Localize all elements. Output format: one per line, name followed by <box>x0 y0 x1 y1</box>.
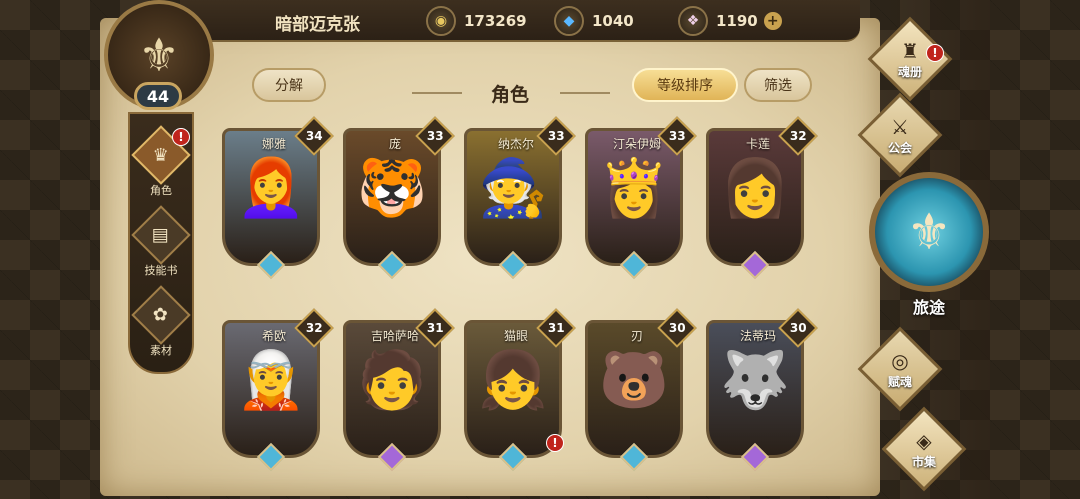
character-level: 31 <box>547 320 565 335</box>
character-card[interactable]: 卡莲 👩 32 <box>706 116 818 280</box>
character-portrait-icon: 👩 <box>720 156 790 221</box>
coin-resource: ◉ 173269 <box>426 6 527 36</box>
role-alert-badge: ! <box>172 128 190 146</box>
right-nav-spirit[interactable]: ◎ 赋魂 <box>857 326 943 412</box>
character-card-frame: 法蒂玛 🐺 <box>706 320 804 458</box>
character-card-frame: 汀朵伊姆 👸 <box>585 128 683 266</box>
character-level: 34 <box>305 128 323 143</box>
character-portrait-icon: 🐻 <box>599 348 669 413</box>
character-card[interactable]: 法蒂玛 🐺 30 <box>706 308 818 472</box>
crystal-value: 1040 <box>592 12 634 30</box>
right-nav-soulbook-label: 魂册 <box>897 64 922 79</box>
book-icon: ▤ <box>131 205 191 265</box>
character-portrait-icon: 👩‍🦰 <box>236 156 306 221</box>
character-card-frame: 卡莲 👩 <box>706 128 804 266</box>
character-card-frame: 庞 🐯 <box>343 128 441 266</box>
gem-resource[interactable]: ❖ 1190 + <box>678 6 782 36</box>
character-card[interactable]: 庞 🐯 33 <box>343 116 455 280</box>
player-level-badge: 44 <box>134 82 182 110</box>
add-gem-button[interactable]: + <box>763 12 782 30</box>
title-decoration-right <box>560 92 610 94</box>
character-level: 33 <box>426 128 444 143</box>
crystal-resource: ◆ 1040 <box>554 6 634 36</box>
character-level: 31 <box>426 320 444 335</box>
market-icon: ◈ <box>916 428 932 453</box>
character-card-frame: 娜雅 👩‍🦰 <box>222 128 320 266</box>
right-nav-market-label: 市集 <box>911 454 936 469</box>
character-card-frame: 希欧 🧝 <box>222 320 320 458</box>
gem-value: 1190 <box>716 12 758 30</box>
character-portrait-icon: 🧙 <box>478 156 548 221</box>
sort-by-level-button[interactable]: 等级排序 <box>632 68 738 102</box>
character-portrait-icon: 👧 <box>478 348 548 413</box>
character-card[interactable]: 汀朵伊姆 👸 33 <box>585 116 697 280</box>
character-portrait-icon: 🧑 <box>357 348 427 413</box>
filter-button[interactable]: 筛选 <box>744 68 812 102</box>
right-nav-spirit-label: 赋魂 <box>887 374 912 389</box>
character-card[interactable]: 刃 🐻 30 <box>585 308 697 472</box>
character-card-frame: 吉哈萨哈 🧑 <box>343 320 441 458</box>
right-nav-market[interactable]: ◈ 市集 <box>881 406 967 492</box>
character-level: 32 <box>305 320 323 335</box>
character-portrait-icon: 🐯 <box>357 156 427 221</box>
gem-icon: ❖ <box>678 6 708 36</box>
left-nav: ♛ 角色 ! ▤ 技能书 ✿ 素材 <box>128 112 194 374</box>
right-nav-soulbook[interactable]: ♜ 魂册 ! <box>867 16 953 102</box>
page-title: 角色 <box>490 84 529 106</box>
player-name: 暗部迈克张 <box>275 15 360 35</box>
soulbook-alert-badge: ! <box>926 44 944 62</box>
character-level: 30 <box>668 320 686 335</box>
character-level: 32 <box>789 128 807 143</box>
character-portrait-icon: 🐺 <box>720 348 790 413</box>
journey-button[interactable]: ⚜ 旅途 <box>866 164 992 317</box>
character-card-frame: 刃 🐻 <box>585 320 683 458</box>
left-nav-item-material[interactable]: ✿ 素材 <box>130 285 192 358</box>
character-level: 33 <box>668 128 686 143</box>
journey-icon: ⚜ <box>869 172 989 292</box>
spirit-icon: ◎ <box>891 348 909 373</box>
crystal-icon: ◆ <box>554 6 584 36</box>
title-decoration-left <box>412 92 462 94</box>
decompose-button[interactable]: 分解 <box>252 68 326 102</box>
character-level: 33 <box>547 128 565 143</box>
right-nav-guild-label: 公会 <box>887 140 912 155</box>
character-portrait-icon: 👸 <box>599 156 669 221</box>
right-nav-guild[interactable]: ⚔ 公会 <box>857 92 943 178</box>
left-nav-item-role[interactable]: ♛ 角色 ! <box>130 125 192 198</box>
character-card-frame: 纳杰尔 🧙 <box>464 128 562 266</box>
character-card[interactable]: 纳杰尔 🧙 33 <box>464 116 576 280</box>
crest-icon: ⚜ <box>138 28 180 82</box>
coin-value: 173269 <box>464 12 527 30</box>
character-portrait-icon: 🧝 <box>236 348 306 413</box>
journey-label: 旅途 <box>912 298 945 317</box>
soul-book-icon: ♜ <box>901 38 919 63</box>
character-card[interactable]: 希欧 🧝 32 <box>222 308 334 472</box>
character-card[interactable]: 吉哈萨哈 🧑 31 <box>343 308 455 472</box>
left-nav-item-skillbook[interactable]: ▤ 技能书 <box>130 205 192 278</box>
guild-icon: ⚔ <box>891 114 909 139</box>
material-icon: ✿ <box>131 285 191 345</box>
coin-icon: ◉ <box>426 6 456 36</box>
character-card[interactable]: 娜雅 👩‍🦰 34 <box>222 116 334 280</box>
character-level: 30 <box>789 320 807 335</box>
character-card[interactable]: 猫眼 👧 31! <box>464 308 576 472</box>
character-alert-badge: ! <box>546 434 564 452</box>
